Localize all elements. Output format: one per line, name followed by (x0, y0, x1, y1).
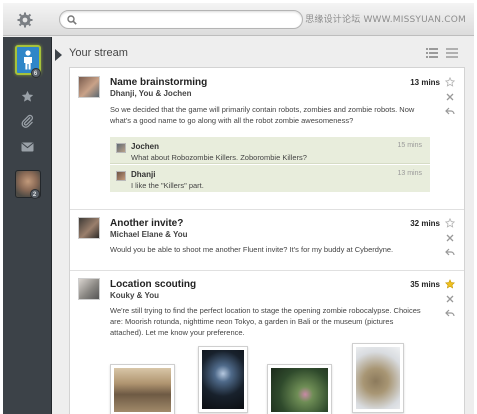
star-icon-starred[interactable] (445, 279, 455, 289)
list-view-icon[interactable] (426, 48, 438, 58)
avatar (78, 217, 100, 239)
avatar (78, 278, 100, 300)
search-box[interactable] (59, 10, 303, 29)
reply-author: Dhanji (131, 170, 156, 179)
profile-count-badge: 6 (30, 68, 41, 78)
watermark-text: 思缘设计论坛 WWW.MISSYUAN.COM (305, 15, 466, 25)
rail-item-contact[interactable]: 2 (3, 167, 52, 201)
post-body: So we decided that the game will primari… (110, 105, 415, 125)
reply-icon[interactable] (445, 247, 455, 257)
star-icon (21, 90, 34, 102)
avatar (116, 171, 126, 181)
close-icon[interactable] (445, 233, 455, 243)
stream-post[interactable]: Another invite? Michael Elane & You 32 m… (70, 210, 464, 271)
post-title[interactable]: Location scouting (110, 279, 196, 290)
post-timestamp: 32 mins (410, 219, 440, 228)
app-window: 思缘设计论坛 WWW.MISSYUAN.COM 6 2 Your stream … (3, 3, 474, 414)
attachment-photo-museum[interactable] (352, 343, 404, 413)
post-title[interactable]: Another invite? (110, 218, 183, 229)
post-title[interactable]: Name brainstorming (110, 77, 207, 88)
search-input[interactable] (80, 13, 295, 26)
mail-icon (21, 142, 34, 152)
avatar (116, 143, 126, 153)
post-participants: Dhanji, You & Jochen (110, 89, 192, 98)
reply-text: What about Robozombie Killers. Zoborombi… (131, 153, 307, 162)
post-timestamp: 35 mins (410, 280, 440, 289)
close-icon[interactable] (445, 92, 455, 102)
stream-title: Your stream (69, 47, 128, 59)
stream-post[interactable]: Location scouting Kouky & You 35 mins We… (70, 271, 464, 414)
stream-header: Your stream (55, 45, 471, 65)
reply-timestamp: 15 mins (397, 142, 422, 149)
reply-text: I like the "Killers" part. (131, 181, 204, 190)
rail-item-messages[interactable] (3, 136, 52, 158)
selection-pointer (55, 49, 62, 61)
close-icon[interactable] (445, 294, 455, 304)
star-icon[interactable] (445, 218, 455, 228)
rail-item-starred[interactable] (3, 85, 52, 107)
contact-avatar[interactable]: 2 (14, 170, 41, 199)
reply-icon[interactable] (445, 106, 455, 116)
user-icon (23, 50, 32, 70)
gear-icon[interactable] (17, 12, 33, 28)
top-bar: 思缘设计论坛 WWW.MISSYUAN.COM (3, 3, 474, 36)
post-body: Would you be able to shoot me another Fl… (110, 245, 394, 254)
search-icon (67, 15, 77, 25)
star-icon[interactable] (445, 77, 455, 87)
contact-count-badge: 2 (29, 189, 40, 199)
rail-item-profile[interactable]: 6 (3, 43, 52, 78)
stream-list: Name brainstorming Dhanji, You & Jochen … (69, 67, 465, 414)
reply-item: Jochen 15 mins What about Robozombie Kil… (110, 137, 430, 164)
rail-item-attachments[interactable] (3, 110, 52, 132)
avatar (78, 76, 100, 98)
post-participants: Kouky & You (110, 291, 160, 300)
profile-tile[interactable]: 6 (14, 45, 41, 78)
attachment-photo-tokyo[interactable] (198, 346, 248, 413)
post-participants: Michael Elane & You (110, 230, 188, 239)
paperclip-icon (21, 114, 33, 128)
post-timestamp: 13 mins (410, 78, 440, 87)
post-body: We're still trying to find the perfect l… (110, 306, 421, 337)
reply-icon[interactable] (445, 308, 455, 318)
attachment-photo-rotunda[interactable] (110, 364, 175, 414)
reply-author: Jochen (131, 142, 160, 151)
left-rail: 6 2 (3, 37, 52, 414)
compact-view-icon[interactable] (446, 48, 458, 58)
attachment-photo-garden[interactable] (267, 364, 332, 414)
reply-timestamp: 13 mins (397, 170, 422, 177)
stream-post[interactable]: Name brainstorming Dhanji, You & Jochen … (70, 68, 464, 210)
reply-item: Dhanji 13 mins I like the "Killers" part… (110, 165, 430, 192)
